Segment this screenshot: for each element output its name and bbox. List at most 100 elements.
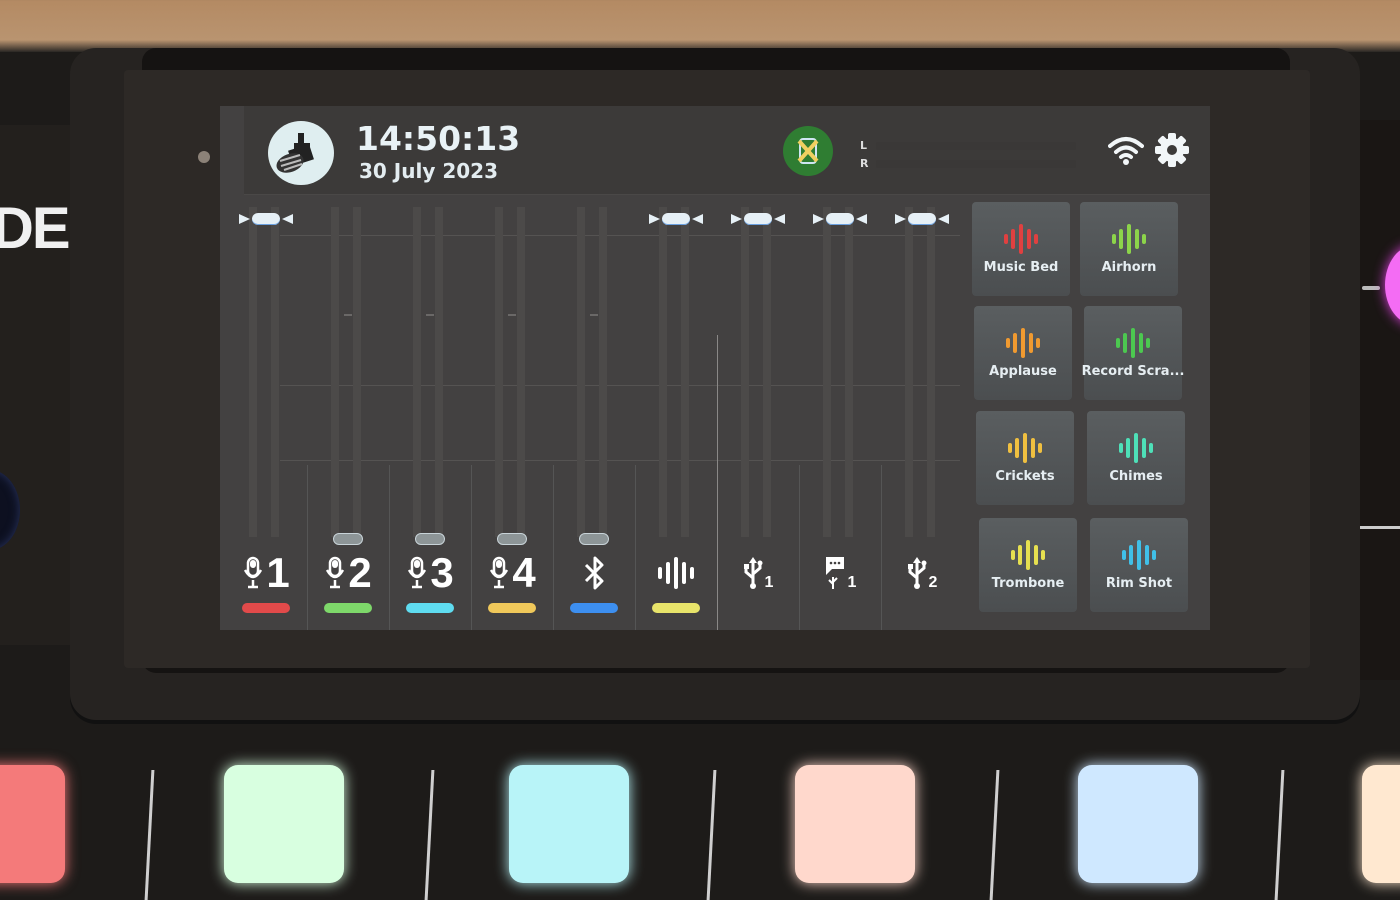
level-meter-track [249,207,257,537]
sound-pad-label: Chimes [1109,469,1163,484]
sound-pad-chimes[interactable]: Chimes [1087,411,1185,505]
level-meter-track [681,207,689,537]
level-meter-track [331,207,339,537]
fader-handle[interactable] [239,212,293,226]
channel-label[interactable]: 1 [717,549,799,597]
sound-pad-label: Music Bed [983,260,1059,275]
clock-date: 30 July 2023 [359,159,498,183]
level-meter-track [763,207,771,537]
channel-divider [799,465,800,630]
channel-divider [307,465,308,630]
channel-label[interactable]: 4 [471,549,553,597]
level-meter-track [823,207,831,537]
channel-strip-mic2: 2 [307,195,389,630]
channel-divider [881,465,882,630]
channel-strip-mic4: 4 [471,195,553,630]
unity-marker [426,314,434,316]
gear-icon[interactable] [1154,132,1190,168]
level-meter-track [413,207,421,537]
soundwave-icon [1006,328,1040,358]
channel-label[interactable]: 3 [389,549,471,597]
channel-label[interactable] [553,549,635,597]
channel-number: 3 [430,549,454,596]
channel-label[interactable]: 2 [307,549,389,597]
channel-label[interactable] [635,549,717,597]
ambient-sensor [198,151,210,163]
microphone-icon [244,556,263,589]
sound-pad-record-scra[interactable]: Record Scra... [1082,306,1184,400]
touchscreen: 14:50:13 30 July 2023 L R 1 2 3 4 1 1 2 … [220,106,1210,630]
usb-icon [743,557,763,589]
channel-color-bar [488,603,536,613]
fader-handle[interactable] [895,212,949,226]
channel-label[interactable]: 1 [225,549,307,597]
channel-strip-bluetooth [553,195,635,630]
level-meter-track [271,207,279,537]
sound-pad-music-bed[interactable]: Music Bed [972,202,1070,296]
hardware-channel-button[interactable] [509,765,629,883]
channel-strip-mic1: 1 [225,195,307,630]
soundwave-icon [1011,540,1045,570]
fader-handle[interactable] [415,533,445,545]
sound-pad-applause[interactable]: Applause [974,306,1072,400]
sound-pads-grid: Music Bed Airhorn Applause Record Scra..… [970,202,1210,630]
channel-divider [717,335,718,630]
channel-number: 1 [847,574,857,591]
channel-color-bar [652,603,700,613]
level-meter-track [927,207,935,537]
channel-number: 2 [928,574,938,591]
sound-pad-label: Rim Shot [1105,576,1173,591]
hardware-channel-button[interactable] [1078,765,1198,883]
usb-chat-icon [825,557,844,589]
hardware-channel-button[interactable] [0,765,65,883]
fader-handle[interactable] [649,212,703,226]
unity-marker [590,314,598,316]
level-meter-track [577,207,585,537]
soundwave-icon [1008,433,1042,463]
hardware-channel-button[interactable] [224,765,344,883]
mixer: 1 2 3 4 1 1 2 [220,195,965,630]
hardware-channel-button[interactable] [795,765,915,883]
channel-number: 1 [266,549,290,596]
fader-handle[interactable] [579,533,609,545]
level-meter-track [741,207,749,537]
level-meter-track [659,207,667,537]
soundwave-icon [1112,224,1146,254]
channel-strip-mic3: 3 [389,195,471,630]
avatar[interactable] [268,121,334,185]
sound-pad-crickets[interactable]: Crickets [976,411,1074,505]
sound-pad-airhorn[interactable]: Airhorn [1080,202,1178,296]
soundwave-icon [1004,224,1038,254]
sound-pad-rim-shot[interactable]: Rim Shot [1090,518,1188,612]
fader-handle[interactable] [731,212,785,226]
fader-handle[interactable] [333,533,363,545]
sound-pad-label: Applause [989,364,1057,379]
wifi-icon[interactable] [1108,136,1144,166]
microphone-icon [408,556,427,589]
connection-badge[interactable] [783,126,833,176]
channel-number: 2 [348,549,372,596]
channel-divider [471,465,472,630]
status-bar: 14:50:13 30 July 2023 L R [244,106,1210,195]
meter-left-label: L [860,139,868,152]
channel-strip-usb1-chat: 1 [799,195,881,630]
level-meter-track [845,207,853,537]
sound-pad-trombone[interactable]: Trombone [979,518,1077,612]
microphone-icon [490,556,509,589]
sound-pad-label: Airhorn [1101,260,1157,275]
soundwave-icon [1122,540,1156,570]
usb-icon [907,557,927,589]
level-meter-track [905,207,913,537]
soundwave-icon [1119,433,1153,463]
channel-label[interactable]: 1 [799,549,881,597]
level-meter-track [353,207,361,537]
channel-divider [635,465,636,630]
channel-color-bar [570,603,618,613]
channel-divider [389,465,390,630]
fader-handle[interactable] [497,533,527,545]
fader-handle[interactable] [813,212,867,226]
right-tick [1362,286,1380,290]
channel-label[interactable]: 2 [881,549,963,597]
hardware-channel-button[interactable] [1362,765,1400,883]
level-meter-track [517,207,525,537]
